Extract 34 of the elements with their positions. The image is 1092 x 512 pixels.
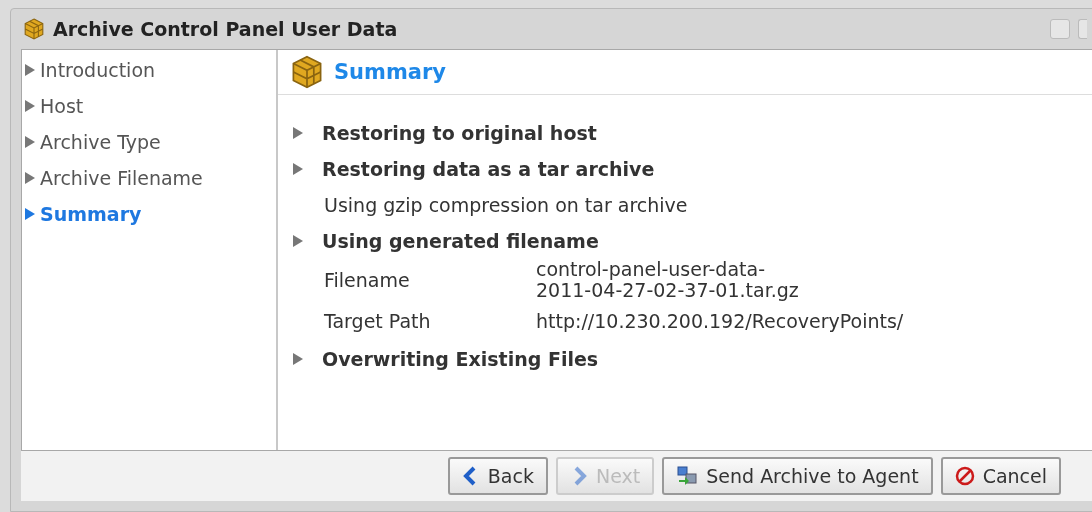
back-button[interactable]: Back: [447, 457, 548, 495]
arrow-icon: [292, 162, 304, 176]
summary-note: Using gzip compression on tar archive: [324, 194, 688, 216]
nav-item[interactable]: Summary: [24, 196, 276, 232]
arrow-icon: [292, 352, 304, 366]
arrow-icon: [24, 207, 36, 221]
field-value: control-panel-user-data- 2011-04-27-02-37-01.tar.gz: [536, 259, 799, 301]
field-label: Filename: [324, 269, 411, 291]
nav-item[interactable]: Archive Type: [24, 124, 276, 160]
arrow-icon: [292, 234, 304, 248]
cancel-button[interactable]: Cancel: [940, 457, 1061, 495]
archive-icon: [23, 18, 45, 40]
window-title: Archive Control Panel User Data: [53, 18, 399, 40]
arrow-icon: [24, 99, 36, 113]
field-label: Target Path: [324, 310, 432, 332]
arrow-icon: [292, 126, 304, 140]
arrow-icon: [24, 171, 36, 185]
nav-item[interactable]: Archive Filename: [24, 160, 276, 196]
panel-title: Summary: [334, 60, 447, 84]
field-value: http://10.230.200.192/RecoveryPoints/: [536, 310, 904, 332]
network-send-icon: [676, 466, 699, 486]
arrow-icon: [24, 135, 36, 149]
summary-heading: Restoring data as a tar archive: [322, 158, 655, 180]
summary-heading: Overwriting Existing Files: [322, 348, 599, 370]
summary-heading: Restoring to original host: [322, 122, 597, 144]
cancel-icon: [954, 466, 975, 486]
restore-button[interactable]: [1050, 19, 1070, 39]
summary-heading: Using generated filename: [322, 230, 599, 252]
archive-icon: [290, 55, 324, 89]
nav-item[interactable]: Host: [24, 88, 276, 124]
close-button[interactable]: [1078, 19, 1087, 39]
arrow-icon: [24, 63, 36, 77]
nav-item[interactable]: Introduction: [24, 52, 276, 88]
send-button[interactable]: Send Archive to Agent: [662, 457, 933, 495]
